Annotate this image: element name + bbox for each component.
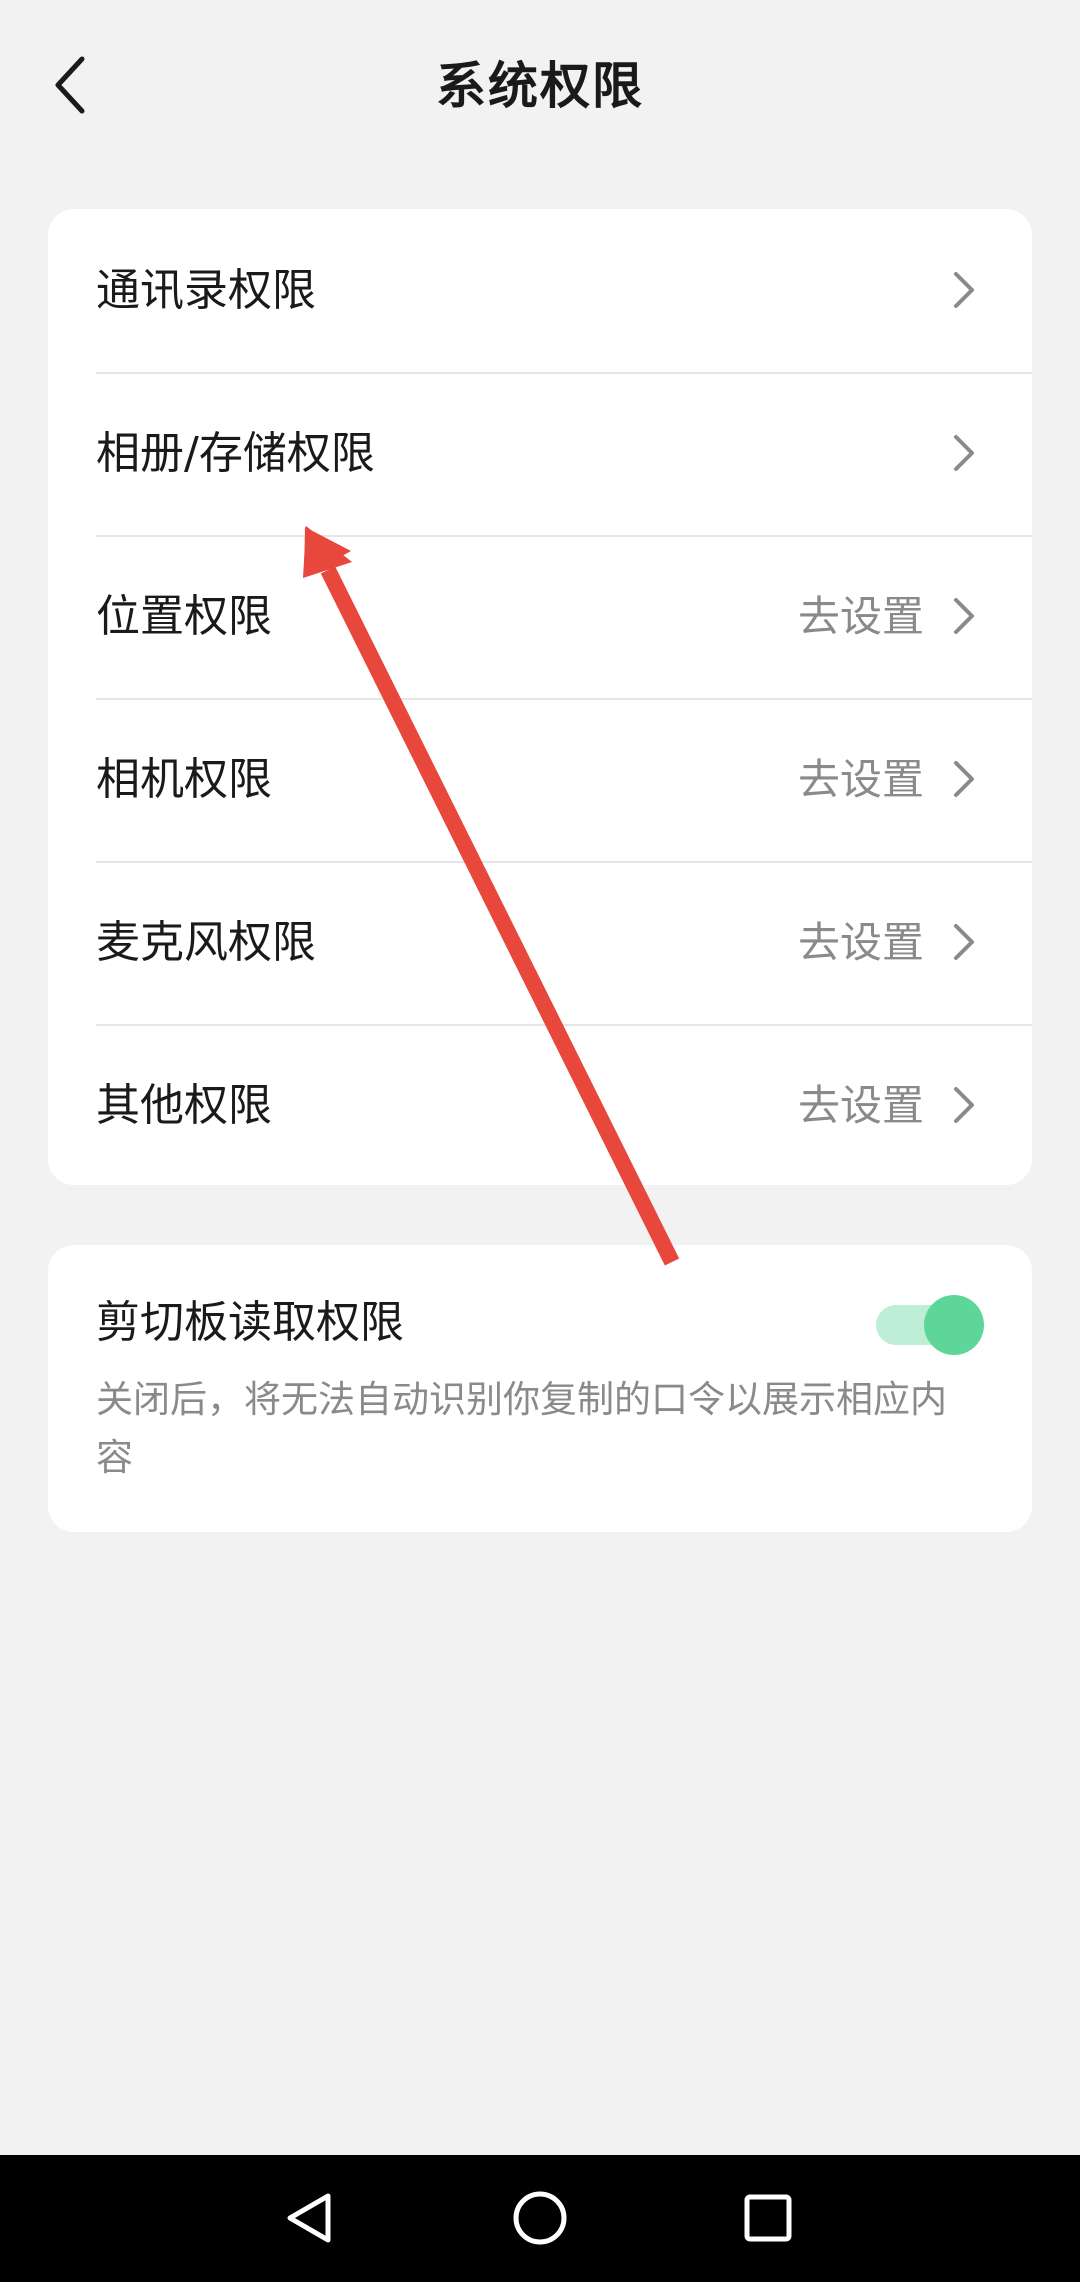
permission-status: 去设置 <box>797 1081 924 1130</box>
chevron-right-icon <box>954 1087 974 1123</box>
chevron-right-icon <box>954 598 974 634</box>
chevron-right-icon <box>954 435 974 471</box>
permission-label: 通讯录权限 <box>96 265 316 316</box>
chevron-right-icon <box>954 272 974 308</box>
system-permissions-screen: 系统权限 通讯录权限 相册/存储权限 位置权限 去设置 相机权限 去设置 麦克风… <box>0 0 1080 2282</box>
permissions-card: 通讯录权限 相册/存储权限 位置权限 去设置 相机权限 去设置 麦克风权限 去设… <box>48 209 1032 1185</box>
permission-label: 其他权限 <box>96 1080 272 1131</box>
permission-label: 麦克风权限 <box>96 917 316 968</box>
clipboard-permission-card: 剪切板读取权限 关闭后，将无法自动识别你复制的口令以展示相应内容 <box>48 1245 1032 1532</box>
header: 系统权限 <box>0 0 1080 170</box>
page-title: 系统权限 <box>436 57 644 115</box>
clipboard-permission-title: 剪切板读取权限 <box>96 1297 404 1348</box>
permission-row-microphone[interactable]: 麦克风权限 去设置 <box>48 861 1032 1024</box>
nav-recents-button[interactable] <box>723 2173 813 2263</box>
permission-row-album-storage[interactable]: 相册/存储权限 <box>48 372 1032 535</box>
square-recents-icon <box>744 2194 792 2242</box>
permission-status: 去设置 <box>797 755 924 804</box>
permission-status: 去设置 <box>797 592 924 641</box>
clipboard-permission-description: 关闭后，将无法自动识别你复制的口令以展示相应内容 <box>96 1378 947 1479</box>
chevron-right-icon <box>954 761 974 797</box>
chevron-right-icon <box>954 924 974 960</box>
permission-label: 相机权限 <box>96 754 272 805</box>
permission-status: 去设置 <box>797 918 924 967</box>
permission-label: 位置权限 <box>96 591 272 642</box>
circle-home-icon <box>513 2191 567 2245</box>
permission-row-other[interactable]: 其他权限 去设置 <box>48 1024 1032 1185</box>
system-navigation-bar <box>0 2155 1080 2282</box>
nav-back-button[interactable] <box>265 2173 355 2263</box>
permission-label: 相册/存储权限 <box>96 428 375 479</box>
toggle-knob <box>924 1295 984 1355</box>
permission-row-location[interactable]: 位置权限 去设置 <box>48 535 1032 698</box>
permission-row-contacts[interactable]: 通讯录权限 <box>48 209 1032 372</box>
triangle-back-icon <box>287 2193 331 2243</box>
nav-home-button[interactable] <box>495 2173 585 2263</box>
permission-row-camera[interactable]: 相机权限 去设置 <box>48 698 1032 861</box>
clipboard-permission-toggle[interactable] <box>876 1295 984 1355</box>
